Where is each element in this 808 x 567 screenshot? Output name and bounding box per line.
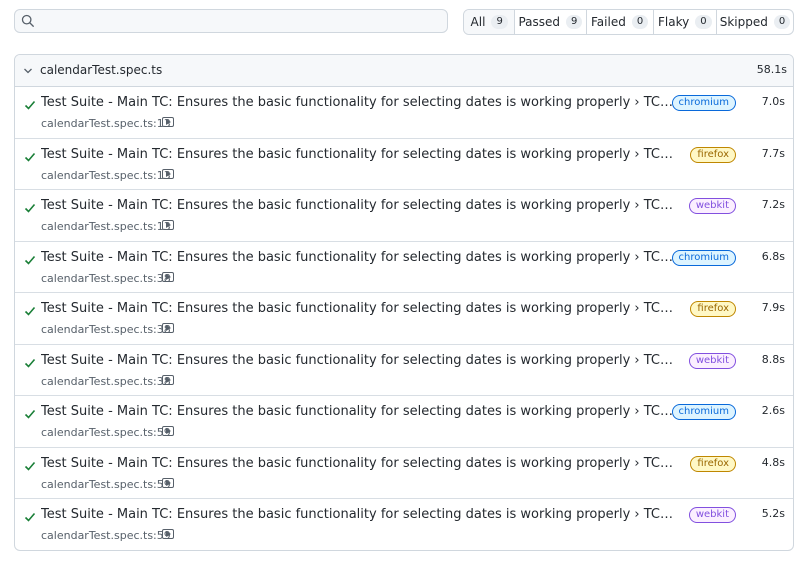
test-location: calendarTest.spec.ts:38 [41,374,171,388]
check-icon [24,512,36,522]
video-icon[interactable] [162,426,174,436]
check-icon [24,100,36,110]
project-badge[interactable]: webkit [688,352,736,369]
test-duration: 7.2s [761,198,785,211]
filter-skipped[interactable]: Skipped 0 [717,10,793,34]
test-location: calendarTest.spec.ts:59 [41,426,171,439]
test-location: calendarTest.spec.ts:59 [41,529,171,542]
video-icon[interactable] [162,168,174,179]
filter-count: 0 [631,15,649,29]
test-duration: 7.0s [761,95,785,108]
test-title[interactable]: Test Suite - Main TC: Ensures the basic … [41,456,673,471]
project-badge[interactable]: chromium [671,249,736,266]
filter-count: 0 [773,15,791,29]
video-icon[interactable] [162,220,174,230]
test-title[interactable]: Test Suite - Main TC: Ensures the basic … [41,507,673,522]
test-location: calendarTest.spec.ts:38 [41,271,171,285]
test-row[interactable]: Test Suite - Main TC: Ensures the basic … [15,139,793,190]
test-location: calendarTest.spec.ts:38 [41,323,171,336]
filter-label: Skipped [719,15,768,29]
test-title[interactable]: Test Suite - Main TC: Ensures the basic … [41,353,673,368]
test-location: calendarTest.spec.ts:13 [41,220,171,233]
test-duration: 2.6s [761,404,785,417]
filter-count: 9 [566,15,583,29]
test-location: calendarTest.spec.ts:13 [41,117,171,130]
filter-label: Flaky [658,15,690,29]
project-badge[interactable]: webkit [688,198,736,214]
test-row[interactable]: Test Suite - Main TC: Ensures the basic … [15,293,793,345]
filter-flaky[interactable]: Flaky 0 [654,10,717,34]
test-title[interactable]: Test Suite - Main TC: Ensures the basic … [41,250,673,265]
test-row[interactable]: Test Suite - Main TC: Ensures the basic … [15,87,793,139]
project-badge[interactable]: firefox [690,455,736,472]
video-icon[interactable] [162,477,174,488]
project-badge[interactable]: firefox [690,146,736,163]
test-duration: 5.2s [761,507,785,520]
test-row[interactable]: Test Suite - Main TC: Ensures the basic … [15,242,793,293]
test-duration: 7.9s [761,301,785,314]
check-icon [24,203,36,213]
check-icon [24,461,36,471]
project-badge[interactable]: chromium [671,404,736,420]
filter-label: Failed [591,15,626,29]
test-title[interactable]: Test Suite - Main TC: Ensures the basic … [41,198,673,213]
test-title[interactable]: Test Suite - Main TC: Ensures the basic … [41,147,673,162]
project-badge[interactable]: webkit [688,507,736,523]
test-duration: 4.8s [761,455,785,469]
file-header[interactable]: calendarTest.spec.ts 58.1s [15,55,793,87]
test-row[interactable]: Test Suite - Main TC: Ensures the basic … [15,345,793,396]
filter-all[interactable]: All 9 [464,10,516,34]
test-row[interactable]: Test Suite - Main TC: Ensures the basic … [15,190,793,242]
filter-count: 0 [695,15,712,29]
file-name: calendarTest.spec.ts [40,63,163,77]
status-filter-tabs: All 9 Passed 9 Failed 0 Flaky 0 Skipped … [463,9,794,35]
test-location: calendarTest.spec.ts:13 [41,168,171,182]
check-icon [24,358,36,368]
video-icon[interactable] [162,323,174,333]
check-icon [24,255,36,265]
video-icon[interactable] [162,271,174,282]
video-icon[interactable] [162,529,174,539]
project-badge[interactable]: firefox [690,301,736,317]
search-icon [21,14,34,27]
test-row[interactable]: Test Suite - Main TC: Ensures the basic … [15,396,793,448]
test-row[interactable]: Test Suite - Main TC: Ensures the basic … [15,448,793,499]
video-icon[interactable] [162,374,174,385]
test-title[interactable]: Test Suite - Main TC: Ensures the basic … [41,404,673,419]
test-duration: 7.7s [761,146,785,160]
test-duration: 6.8s [761,249,785,263]
check-icon [24,306,36,316]
video-icon[interactable] [162,117,174,127]
filter-passed[interactable]: Passed 9 [515,10,587,34]
test-title[interactable]: Test Suite - Main TC: Ensures the basic … [41,301,673,316]
search-field[interactable] [14,9,448,33]
check-icon [24,409,36,419]
filter-failed[interactable]: Failed 0 [587,10,654,34]
check-icon [24,152,36,162]
filter-label: All [470,15,486,29]
chevron-down-icon [24,68,32,74]
test-file-panel: calendarTest.spec.ts 58.1s Test Suite - … [14,54,794,551]
test-title[interactable]: Test Suite - Main TC: Ensures the basic … [41,95,673,110]
test-location: calendarTest.spec.ts:59 [41,477,171,491]
test-duration: 8.8s [761,352,785,366]
test-list: Test Suite - Main TC: Ensures the basic … [15,87,793,550]
file-duration: 58.1s [756,63,787,76]
test-row[interactable]: Test Suite - Main TC: Ensures the basic … [15,499,793,550]
filter-label: Passed [518,15,561,29]
project-badge[interactable]: chromium [671,95,736,111]
filter-count: 9 [491,15,508,29]
